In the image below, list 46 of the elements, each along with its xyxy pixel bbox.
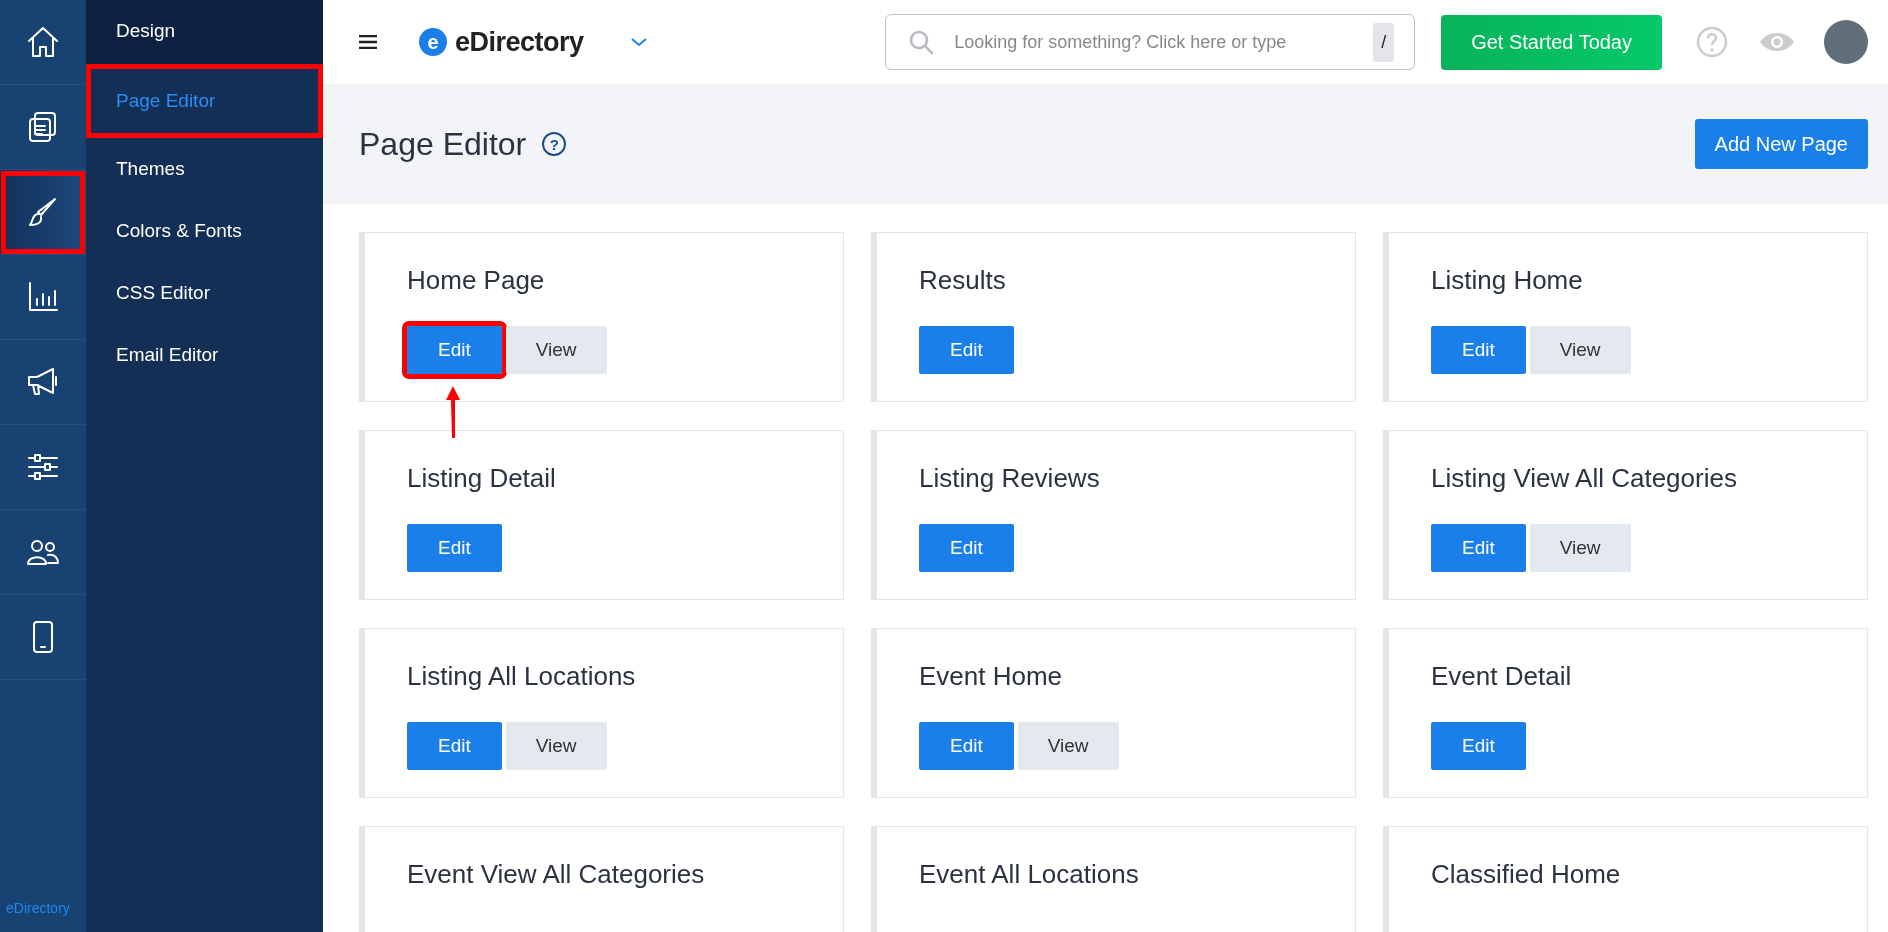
brand-logo-badge: e (419, 28, 447, 56)
search-icon (908, 29, 935, 55)
home-icon (25, 24, 61, 60)
submenu-item[interactable]: Page Editor (86, 64, 323, 138)
add-new-page-button[interactable]: Add New Page (1694, 119, 1868, 169)
avatar[interactable] (1824, 20, 1868, 64)
edit-button[interactable]: Edit (1431, 524, 1526, 572)
card-title: Listing View All Categories (1431, 463, 1738, 494)
card-title: Listing Home (1431, 265, 1584, 296)
shortcut-key: / (1373, 22, 1395, 62)
rail-item[interactable] (0, 170, 86, 255)
edit-button[interactable]: Edit (919, 326, 1014, 374)
card-title: Event All Locations (919, 859, 1140, 890)
view-button[interactable]: View (1017, 722, 1119, 770)
view-button[interactable]: View (505, 326, 607, 374)
menu-icon[interactable] (359, 35, 377, 49)
card-title: Listing All Locations (407, 661, 637, 692)
brand-name[interactable]: eDirectory (455, 26, 584, 58)
card-title: Event Detail (1431, 661, 1573, 692)
edit-button[interactable]: Edit (919, 722, 1014, 770)
view-button[interactable]: View (1529, 524, 1631, 572)
card-title: Listing Reviews (919, 463, 1101, 494)
card-title: Classified Home (1431, 859, 1622, 890)
page-title: Page Editor (359, 125, 527, 163)
section-title: Design (86, 0, 323, 64)
submenu-item[interactable]: Colors & Fonts (86, 200, 323, 262)
edit-button[interactable]: Edit (407, 524, 502, 572)
submenu-item[interactable]: Email Editor (86, 324, 323, 386)
card-title: Listing Detail (407, 463, 557, 494)
edit-button[interactable]: Edit (1431, 722, 1526, 770)
card-title: Event View All Categories (407, 859, 706, 890)
edit-button[interactable]: Edit (919, 524, 1014, 572)
edit-button[interactable]: Edit (407, 722, 502, 770)
help-icon[interactable]: ? (542, 132, 567, 156)
chevron-down-icon[interactable] (629, 37, 648, 47)
search-bar[interactable]: Looking for something? Click here or type / (885, 14, 1416, 70)
edit-button[interactable]: Edit (1431, 326, 1526, 374)
brand-label: eDirectory (5, 900, 71, 918)
view-button[interactable]: View (1529, 326, 1631, 374)
card-title: Home Page (407, 265, 546, 296)
card-title: Results (919, 265, 1007, 296)
submenu-item[interactable]: CSS Editor (86, 262, 323, 324)
annotation-arrow (445, 384, 461, 440)
card-title: Event Home (919, 661, 1064, 692)
submenu-item[interactable]: Themes (86, 138, 323, 200)
view-button[interactable]: View (505, 722, 607, 770)
